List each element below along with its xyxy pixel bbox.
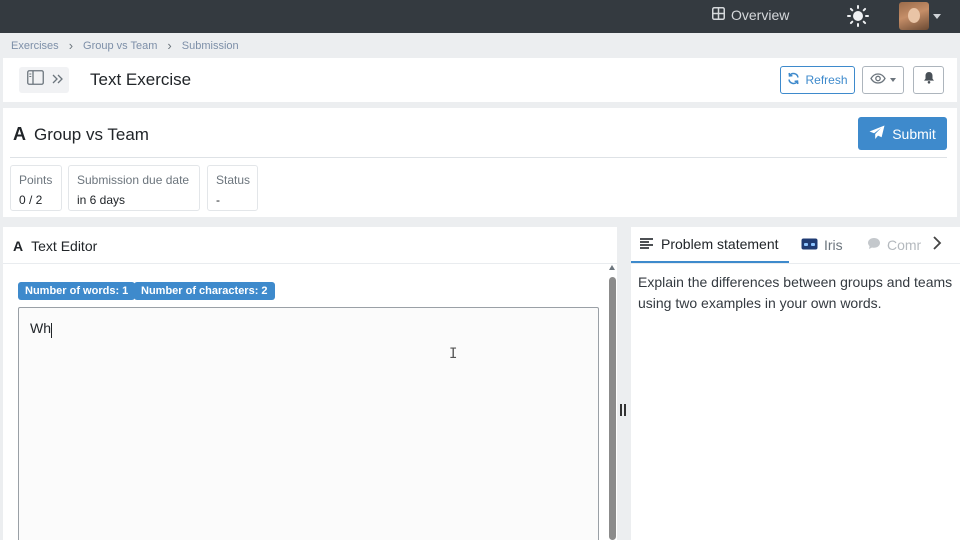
font-icon: A	[13, 124, 26, 144]
page-header: Text Exercise Refresh	[3, 58, 957, 102]
info-points-value: 0 / 2	[19, 193, 43, 207]
exercise-header-card: A Group vs Team Submit Points 0 / 2 Subm…	[3, 108, 957, 217]
chevron-right-icon[interactable]	[932, 236, 942, 255]
breadcrumb: Exercises › Group vs Team › Submission	[11, 38, 239, 53]
info-status-value: -	[216, 193, 220, 207]
info-status: Status -	[207, 165, 258, 211]
iris-robot-icon	[801, 237, 818, 253]
grid-icon	[712, 7, 725, 23]
text-caret	[51, 323, 52, 338]
submit-label: Submit	[892, 125, 936, 142]
character-count-badge: Number of characters: 2	[134, 282, 275, 300]
tab-communication-label: Communication	[887, 237, 921, 253]
chevron-down-icon	[933, 13, 941, 19]
breadcrumb-submission[interactable]: Submission	[182, 40, 239, 52]
tab-iris-label: Iris	[824, 237, 843, 253]
chevron-down-icon	[890, 78, 896, 82]
page-title: Text Exercise	[90, 70, 192, 89]
tab-problem-statement-label: Problem statement	[661, 236, 779, 252]
visibility-dropdown-button[interactable]	[862, 66, 904, 94]
avatar	[899, 2, 929, 30]
exercise-title-text: Group vs Team	[34, 124, 149, 144]
overview-label: Overview	[731, 7, 790, 23]
breadcrumb-exercises[interactable]: Exercises	[11, 40, 59, 52]
tab-problem-statement[interactable]: Problem statement	[631, 227, 789, 263]
info-points-label: Points	[19, 173, 53, 187]
sidebar-toggle-button[interactable]	[19, 67, 69, 93]
sidebar-panel-icon	[27, 70, 44, 90]
info-status-label: Status	[216, 173, 251, 187]
divider	[3, 263, 617, 264]
info-points: Points 0 / 2	[10, 165, 62, 211]
divider	[631, 263, 960, 264]
refresh-label: Refresh	[805, 73, 848, 87]
tab-communication[interactable]: Communication	[867, 237, 921, 253]
tab-iris[interactable]: Iris	[801, 237, 843, 253]
scroll-up-arrow-icon[interactable]	[609, 265, 615, 270]
bell-icon	[923, 71, 935, 89]
eye-icon	[870, 71, 886, 89]
answer-textarea[interactable]: Wh	[18, 307, 599, 540]
word-count-badge: Number of words: 1	[18, 282, 136, 300]
top-navbar: Overview	[0, 0, 960, 33]
refresh-icon	[787, 72, 800, 88]
font-icon: A	[13, 238, 24, 254]
scrollbar-thumb[interactable]	[609, 277, 616, 540]
scrollbar[interactable]	[608, 265, 617, 540]
overview-link[interactable]: Overview	[712, 7, 789, 23]
notifications-button[interactable]	[913, 66, 944, 94]
text-editor-title: Text Editor	[31, 238, 98, 254]
align-left-icon	[640, 236, 653, 252]
side-tabs: Problem statement Iris Communication	[631, 227, 960, 263]
ibeam-cursor-icon: I	[449, 346, 458, 362]
panel-resize-handle[interactable]	[620, 404, 628, 416]
user-menu[interactable]	[899, 2, 941, 30]
problem-statement-text: Explain the differences between groups a…	[638, 274, 953, 311]
sun-icon[interactable]	[847, 5, 869, 32]
submit-button[interactable]: Submit	[858, 117, 947, 150]
info-due-date-value: in 6 days	[77, 193, 126, 207]
double-chevron-right-icon	[52, 71, 63, 89]
chevron-right-icon: ›	[167, 38, 172, 53]
text-editor-panel: A Text Editor Number of words: 1 Number …	[3, 227, 617, 540]
refresh-button[interactable]: Refresh	[780, 66, 855, 94]
text-editor-header: A Text Editor	[13, 238, 97, 254]
breadcrumb-exercise[interactable]: Group vs Team	[83, 40, 157, 52]
exercise-title: A Group vs Team	[13, 124, 149, 145]
chevron-right-icon: ›	[68, 38, 74, 53]
info-due-date: Submission due date in 6 days	[68, 165, 200, 211]
info-due-date-label: Submission due date	[77, 173, 190, 187]
divider	[10, 157, 947, 158]
chat-bubble-icon	[867, 237, 881, 253]
problem-statement-panel: Problem statement Iris Communication Exp…	[631, 227, 960, 540]
paper-plane-icon	[869, 125, 885, 143]
